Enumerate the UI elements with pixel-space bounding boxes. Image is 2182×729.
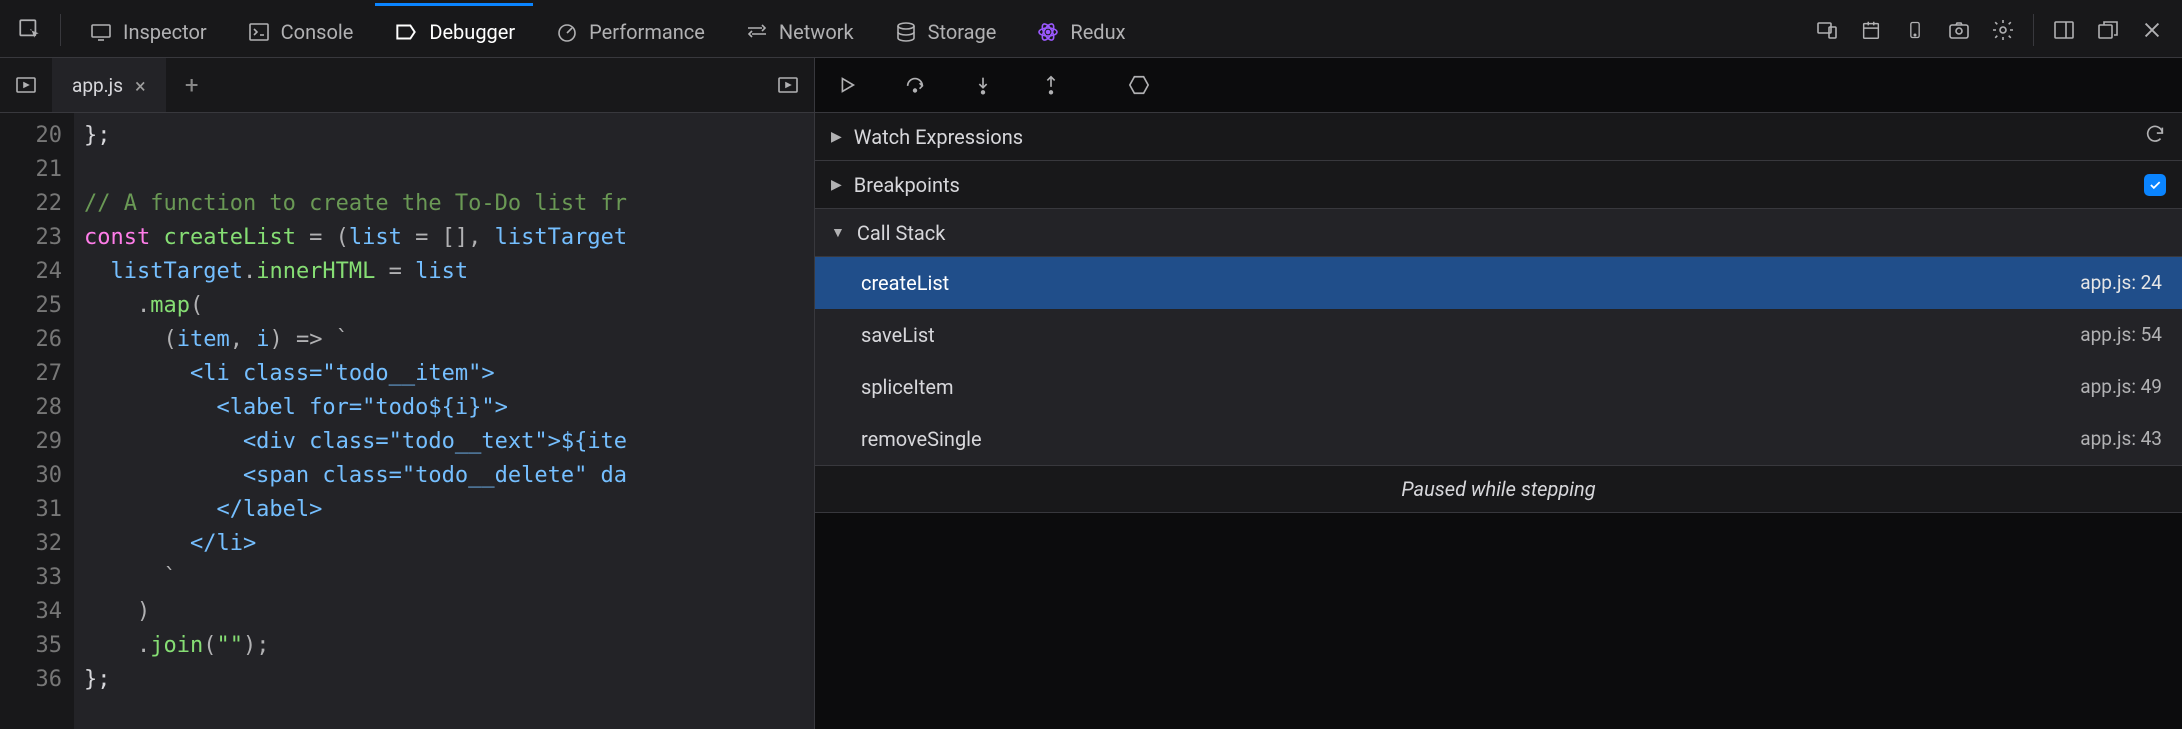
- tab-label: Redux: [1070, 20, 1125, 44]
- element-picker-button[interactable]: [10, 10, 50, 50]
- stack-frame[interactable]: spliceItem app.js: 49: [815, 361, 2182, 413]
- tab-label: Storage: [928, 20, 997, 44]
- toolbar-separator: [60, 14, 61, 46]
- chevron-down-icon: ▼: [831, 224, 845, 241]
- frame-location: app.js: 43: [2080, 427, 2162, 450]
- tab-console[interactable]: Console: [229, 3, 372, 57]
- phone-icon[interactable]: [1895, 10, 1935, 50]
- source-tabs: app.js × +: [0, 58, 814, 113]
- deactivate-breakpoints-button[interactable]: [1115, 61, 1163, 109]
- tab-label: Performance: [589, 20, 705, 44]
- refresh-icon[interactable]: [2144, 123, 2166, 150]
- chevron-right-icon: ▶: [831, 177, 842, 193]
- responsive-mode-button[interactable]: [1807, 10, 1847, 50]
- run-snippet-button[interactable]: [762, 58, 814, 112]
- new-tab-button[interactable]: +: [166, 58, 218, 112]
- call-stack-panel[interactable]: ▼ Call Stack: [815, 209, 2182, 257]
- step-over-button[interactable]: [891, 61, 939, 109]
- tab-debugger[interactable]: Debugger: [375, 3, 533, 57]
- call-stack-list: createList app.js: 24 saveList app.js: 5…: [815, 257, 2182, 465]
- tab-label: Inspector: [123, 20, 207, 44]
- panel-label: Call Stack: [857, 221, 946, 245]
- calendar-icon[interactable]: [1851, 10, 1891, 50]
- tab-performance[interactable]: Performance: [537, 3, 723, 57]
- breakpoints-toggle-checkbox[interactable]: [2144, 174, 2166, 196]
- resume-button[interactable]: [823, 61, 871, 109]
- breakpoints-panel[interactable]: ▶ Breakpoints: [815, 161, 2182, 209]
- step-in-button[interactable]: [959, 61, 1007, 109]
- toolbar-separator: [2033, 14, 2034, 46]
- tab-label: Debugger: [429, 20, 515, 44]
- screenshot-icon[interactable]: [1939, 10, 1979, 50]
- source-pane: app.js × + 20 21 22 23 24 25 26 27 28 29…: [0, 58, 815, 729]
- line-gutter: 20 21 22 23 24 25 26 27 28 29 30 31 32 3…: [0, 113, 74, 729]
- frame-fn: createList: [861, 271, 949, 295]
- settings-icon[interactable]: [1983, 10, 2023, 50]
- tab-redux[interactable]: Redux: [1018, 3, 1143, 57]
- frame-location: app.js: 24: [2080, 271, 2162, 294]
- tab-storage[interactable]: Storage: [876, 3, 1015, 57]
- close-tab-icon[interactable]: ×: [135, 74, 146, 98]
- sources-tree-toggle[interactable]: [0, 58, 52, 112]
- code-content: }; // A function to create the To-Do lis…: [74, 113, 627, 729]
- chevron-right-icon: ▶: [831, 129, 842, 145]
- frame-fn: saveList: [861, 323, 935, 347]
- stack-frame[interactable]: createList app.js: 24: [815, 257, 2182, 309]
- stack-frame[interactable]: saveList app.js: 54: [815, 309, 2182, 361]
- step-out-button[interactable]: [1027, 61, 1075, 109]
- dock-side-icon[interactable]: [2044, 10, 2084, 50]
- tab-network[interactable]: Network: [727, 3, 872, 57]
- dock-window-icon[interactable]: [2088, 10, 2128, 50]
- panel-label: Breakpoints: [854, 173, 960, 197]
- code-editor[interactable]: 20 21 22 23 24 25 26 27 28 29 30 31 32 3…: [0, 113, 814, 729]
- frame-fn: spliceItem: [861, 375, 953, 399]
- debug-controls: [815, 58, 2182, 113]
- tab-label: Network: [779, 20, 854, 44]
- tab-inspector[interactable]: Inspector: [71, 3, 225, 57]
- watch-expressions-panel[interactable]: ▶ Watch Expressions: [815, 113, 2182, 161]
- file-tab-app-js[interactable]: app.js ×: [52, 58, 166, 112]
- frame-location: app.js: 49: [2080, 375, 2162, 398]
- frame-location: app.js: 54: [2080, 323, 2162, 346]
- file-tab-label: app.js: [72, 74, 123, 97]
- devtools-toolbar: Inspector Console Debugger Performance N…: [0, 0, 2182, 58]
- close-devtools-button[interactable]: [2132, 10, 2172, 50]
- stack-frame[interactable]: removeSingle app.js: 43: [815, 413, 2182, 465]
- debug-status: Paused while stepping: [815, 465, 2182, 513]
- tab-label: Console: [281, 20, 354, 44]
- debug-pane: ▶ Watch Expressions ▶ Breakpoints ▼ Call…: [815, 58, 2182, 729]
- panel-label: Watch Expressions: [854, 125, 1023, 149]
- frame-fn: removeSingle: [861, 427, 982, 451]
